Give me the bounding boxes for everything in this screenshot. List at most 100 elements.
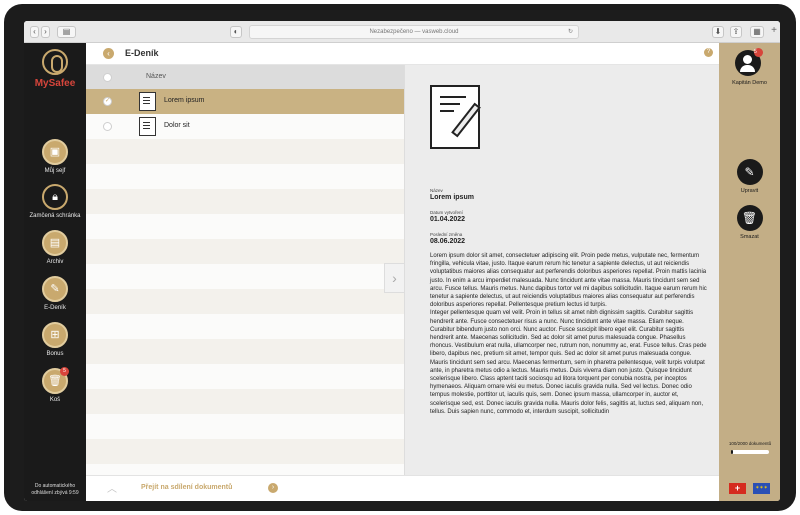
document-icon — [139, 117, 156, 136]
edit-button[interactable]: ✎ Upravit — [719, 159, 780, 194]
chevron-right-icon: › — [392, 270, 397, 286]
back-button[interactable]: ‹ — [103, 48, 114, 59]
empty-row — [86, 339, 404, 364]
share-icon[interactable]: ⇪ — [730, 26, 742, 38]
content-paragraph: Mauris tincidunt sem sed arcu. Maecenas … — [430, 359, 705, 415]
name-label: Název — [430, 188, 443, 193]
swiss-flag-icon[interactable]: + — [729, 483, 746, 494]
content-paragraph: Lorem ipsum dolor sit amet, consectetuer… — [430, 253, 707, 309]
document-edit-icon — [430, 85, 481, 149]
column-header-name[interactable]: Název — [146, 73, 166, 80]
list-header: Název — [86, 65, 404, 89]
arrow-right-icon[interactable]: › — [268, 483, 278, 493]
browser-toolbar: ‹ › ▤ ◐ Nezabezpečeno — vasweb.cloud ↻ ⬇… — [24, 21, 780, 43]
app-name: MySafee — [34, 78, 76, 89]
storage-text: 100/2000 dokumentů — [728, 441, 772, 446]
created-value: 01.04.2022 — [430, 216, 466, 223]
empty-row — [86, 264, 404, 289]
empty-row — [86, 314, 404, 339]
document-name: Dolor sit — [164, 122, 190, 129]
logout-timer: Do automatického odhlášení zbývá 9:59 — [31, 483, 79, 496]
chevron-left-icon: ‹ — [107, 49, 110, 58]
content-paragraph: Integer pellentesque quam vel velit. Pro… — [430, 310, 707, 358]
sidebar-item-label: Koš — [49, 397, 61, 403]
chevron-up-icon[interactable]: ︿ — [107, 480, 117, 495]
modified-value: 08.06.2022 — [430, 238, 466, 245]
url-text: Nezabezpečeno — vasweb.cloud — [369, 29, 459, 35]
help-icon[interactable]: ? — [704, 48, 713, 57]
pencil-icon: ✎ — [736, 159, 763, 185]
sidebar-item-label: Archiv — [46, 259, 64, 265]
sidebar-item-bonus[interactable]: ⊞ Bonus — [24, 322, 86, 357]
trash-icon: 🗑︎ 5 — [42, 367, 69, 394]
address-bar[interactable]: Nezabezpečeno — vasweb.cloud ↻ — [249, 25, 579, 39]
sidebar-item-muj-sejf[interactable]: ▣ Můj sejf — [24, 139, 86, 174]
archive-icon: ▤ — [42, 230, 68, 256]
logo[interactable]: MySafee — [24, 49, 86, 89]
row-radio[interactable]: ✓ — [103, 97, 112, 106]
empty-row — [86, 364, 404, 389]
reload-icon[interactable]: ↻ — [568, 26, 573, 38]
page-title: E-Deník — [125, 48, 159, 58]
notification-badge: 5 — [754, 48, 763, 57]
safe-icon: ▣ — [42, 139, 68, 165]
empty-row — [86, 414, 404, 439]
page-header: ‹ E-Deník ? — [86, 43, 719, 65]
gift-icon: ⊞ — [42, 322, 68, 348]
eu-flag-icon[interactable]: ✶✶✶ — [753, 483, 770, 494]
sidebar-item-kos[interactable]: 🗑︎ 5 Koš — [24, 367, 86, 403]
delete-label: Smazat — [740, 234, 759, 240]
screen: ‹ › ▤ ◐ Nezabezpečeno — vasweb.cloud ↻ ⬇… — [24, 21, 780, 501]
tabs-icon[interactable]: ▦ — [750, 26, 764, 38]
storage-indicator: 100/2000 dokumentů — [725, 441, 775, 454]
download-icon[interactable]: ⬇ — [712, 26, 724, 38]
list-item[interactable]: ✓ Lorem ipsum — [86, 89, 404, 114]
empty-row — [86, 139, 404, 164]
sidebar-item-label: Můj sejf — [44, 168, 66, 174]
empty-row — [86, 289, 404, 314]
modified-label: Poslední změna — [430, 232, 463, 237]
language-switcher: + ✶✶✶ — [719, 475, 780, 501]
edit-label: Upravit — [740, 188, 759, 194]
document-detail: Název Lorem ipsum Datum vytvoření 01.04.… — [404, 65, 719, 475]
sidebar: MySafee ▣ Můj sejf 🔒︎ Zamčená schránka ▤… — [24, 43, 86, 501]
document-icon — [139, 92, 156, 111]
user-name[interactable]: Kapitán Demo — [719, 80, 780, 86]
document-list: Název ✓ Lorem ipsum Dolor sit — [86, 65, 404, 475]
diary-icon: ✎ — [42, 276, 68, 302]
page-footer: ︿ Přejít na sdílení dokumentů › — [86, 475, 719, 501]
created-label: Datum vytvoření — [430, 210, 463, 215]
device-frame: ‹ › ▤ ◐ Nezabezpečeno — vasweb.cloud ↻ ⬇… — [4, 4, 796, 511]
sidebar-item-label: Zamčená schránka — [29, 213, 81, 219]
list-item[interactable]: Dolor sit — [86, 114, 404, 139]
new-tab-icon[interactable]: + — [771, 25, 777, 36]
sidebar-item-e-denik[interactable]: ✎ E-Deník — [24, 276, 86, 311]
empty-row — [86, 214, 404, 239]
browser-forward-icon[interactable]: › — [41, 26, 50, 38]
document-content: Lorem ipsum dolor sit amet, consectetuer… — [430, 252, 707, 416]
row-radio[interactable] — [103, 122, 112, 131]
document-name: Lorem ipsum — [164, 97, 205, 104]
collapse-detail-button[interactable]: › — [384, 263, 404, 293]
logo-icon — [42, 49, 68, 75]
empty-row — [86, 189, 404, 214]
right-panel: 5 Kapitán Demo ✎ Upravit 🗑︎ Smazat 100/2… — [719, 43, 780, 501]
empty-row — [86, 464, 404, 475]
lock-icon: 🔒︎ — [42, 184, 68, 210]
trash-badge: 5 — [60, 367, 69, 376]
sidebar-item-archiv[interactable]: ▤ Archiv — [24, 230, 86, 265]
select-all-radio[interactable] — [103, 73, 112, 82]
avatar[interactable]: 5 — [735, 48, 763, 76]
share-documents-link[interactable]: Přejít na sdílení dokumentů — [141, 484, 232, 491]
sidebar-toggle-icon[interactable]: ▤ — [57, 26, 76, 38]
sidebar-item-zamcena-schranka[interactable]: 🔒︎ Zamčená schránka — [24, 184, 86, 219]
delete-button[interactable]: 🗑︎ Smazat — [719, 205, 780, 240]
empty-row — [86, 389, 404, 414]
empty-row — [86, 439, 404, 464]
storage-bar-fill — [731, 449, 733, 454]
name-value: Lorem ipsum — [430, 194, 474, 201]
privacy-icon[interactable]: ◐ — [230, 26, 242, 38]
storage-bar — [731, 449, 769, 454]
trash-icon: 🗑︎ — [736, 205, 763, 231]
browser-back-icon[interactable]: ‹ — [30, 26, 39, 38]
